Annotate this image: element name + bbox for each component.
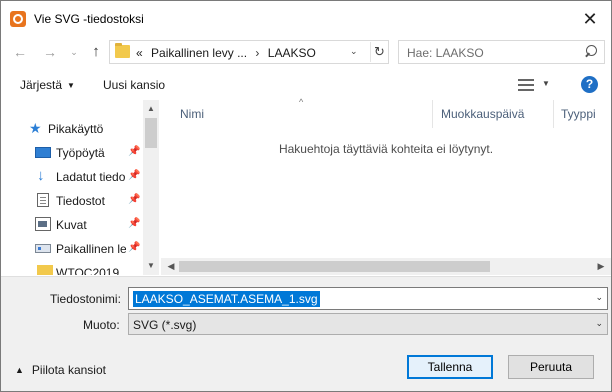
filename-input[interactable]: LAAKSO_ASEMAT.ASEMA_1.svg ⌄: [128, 287, 608, 310]
search-placeholder: Hae: LAAKSO: [407, 46, 484, 60]
file-list-horizontal-scrollbar[interactable]: ◀ ▶: [161, 258, 611, 275]
nav-item-wtoc2019[interactable]: WTOC2019: [1, 261, 141, 275]
breadcrumb-separator-icon[interactable]: ›: [250, 46, 264, 60]
navigation-pane-scrollbar[interactable]: ▲ ▼: [143, 100, 159, 275]
pin-icon[interactable]: 📌: [128, 194, 140, 205]
column-header-type[interactable]: Tyyppi: [555, 100, 611, 128]
sort-ascending-icon: ^: [299, 97, 304, 107]
nav-item-label: Paikallinen le: [56, 242, 126, 256]
scroll-left-icon[interactable]: ◀: [163, 258, 179, 275]
navigation-bar: ← → ⌄ ↑ « Paikallinen levy ... › LAAKSO …: [1, 37, 611, 67]
breadcrumb-item-laakso[interactable]: LAAKSO: [268, 46, 316, 60]
organize-caret-icon: ▼: [67, 81, 75, 90]
scroll-thumb[interactable]: [179, 261, 490, 272]
nav-item-pictures[interactable]: Kuvat 📌: [1, 213, 141, 237]
scroll-up-icon[interactable]: ▲: [143, 102, 159, 116]
file-type-value: SVG (*.svg): [133, 318, 197, 332]
star-icon: ★: [29, 120, 42, 136]
column-header-label: Muokkauspäivä: [441, 107, 525, 121]
title-bar: Vie SVG -tiedostoksi ✕: [1, 1, 611, 37]
new-folder-button[interactable]: Uusi kansio: [103, 78, 165, 92]
up-arrow-icon[interactable]: ↑: [85, 41, 107, 63]
pin-icon[interactable]: 📌: [128, 170, 140, 181]
organize-button[interactable]: Järjestä ▼: [20, 78, 75, 92]
file-type-select[interactable]: SVG (*.svg) ⌄: [128, 313, 608, 335]
file-type-dropdown-chevron-icon[interactable]: ⌄: [595, 318, 603, 329]
pin-icon[interactable]: 📌: [128, 218, 140, 229]
breadcrumb: « Paikallinen levy ... › LAAKSO: [136, 46, 316, 60]
nav-item-quick-access[interactable]: ★ Pikakäyttö: [1, 117, 141, 141]
view-options-icon[interactable]: [518, 79, 534, 91]
scroll-down-icon[interactable]: ▼: [143, 259, 159, 273]
breadcrumb-item-local-disk[interactable]: Paikallinen levy ...: [146, 46, 247, 60]
forward-arrow-icon[interactable]: →: [39, 41, 61, 63]
nav-item-label: Pikakäyttö: [48, 122, 104, 136]
nav-item-downloads[interactable]: ↓ Ladatut tiedo 📌: [1, 165, 141, 189]
nav-item-label: Työpöytä: [56, 146, 105, 160]
cancel-button[interactable]: Peruuta: [508, 355, 594, 379]
empty-list-message: Hakuehtoja täyttäviä kohteita ei löytyny…: [278, 142, 494, 156]
help-icon[interactable]: ?: [581, 76, 598, 93]
save-button[interactable]: Tallenna: [407, 355, 493, 379]
save-form: Tiedostonimi: LAAKSO_ASEMAT.ASEMA_1.svg …: [1, 276, 611, 391]
filename-value[interactable]: LAAKSO_ASEMAT.ASEMA_1.svg: [133, 291, 320, 307]
nav-item-label: WTOC2019: [56, 266, 120, 275]
nav-item-documents[interactable]: Tiedostot 📌: [1, 189, 141, 213]
filename-dropdown-chevron-icon[interactable]: ⌄: [595, 292, 603, 303]
local-disk-icon: [35, 244, 51, 253]
scroll-thumb[interactable]: [145, 118, 157, 148]
organize-label: Järjestä: [20, 78, 63, 92]
file-list: ^ Nimi Muokkauspäivä Tyyppi Hakuehtoja t…: [161, 97, 611, 275]
folder-icon: [37, 265, 53, 275]
nav-item-label: Kuvat: [56, 218, 87, 232]
close-icon[interactable]: ✕: [575, 5, 605, 33]
scroll-right-icon[interactable]: ▶: [593, 258, 609, 275]
pin-icon[interactable]: 📌: [128, 242, 140, 253]
breadcrumb-overflow[interactable]: «: [136, 46, 143, 60]
column-header-name[interactable]: ^ Nimi: [161, 97, 433, 128]
column-header-label: Nimi: [180, 107, 204, 121]
app-icon: [10, 11, 26, 27]
download-icon: ↓: [37, 167, 45, 184]
nav-item-label: Ladatut tiedo: [56, 170, 126, 184]
save-dialog: Vie SVG -tiedostoksi ✕ ← → ⌄ ↑ « Paikall…: [0, 0, 612, 392]
file-type-label: Muoto:: [83, 318, 120, 332]
nav-item-local-disk[interactable]: Paikallinen le 📌: [1, 237, 141, 261]
pin-icon[interactable]: 📌: [128, 146, 140, 157]
hide-folders-button[interactable]: ▲ Piilota kansiot: [15, 363, 106, 377]
view-dropdown-caret-icon[interactable]: ▼: [542, 79, 550, 88]
column-header-label: Tyyppi: [561, 107, 596, 121]
refresh-icon[interactable]: ↻: [370, 42, 388, 62]
recent-locations-chevron-icon[interactable]: ⌄: [67, 41, 81, 63]
chevron-up-icon: ▲: [15, 365, 24, 375]
column-header-date-modified[interactable]: Muokkauspäivä: [434, 100, 554, 128]
search-icon[interactable]: [584, 45, 597, 59]
navigation-pane: ★ Pikakäyttö Työpöytä 📌 ↓ Ladatut tiedo …: [1, 100, 159, 275]
search-input[interactable]: Hae: LAAKSO: [398, 40, 605, 64]
address-bar[interactable]: « Paikallinen levy ... › LAAKSO ⌄ ↻: [109, 40, 389, 64]
folder-icon: [115, 43, 130, 58]
desktop-icon: [35, 147, 51, 158]
window-title: Vie SVG -tiedostoksi: [34, 12, 144, 26]
pictures-icon: [35, 217, 51, 231]
back-arrow-icon[interactable]: ←: [9, 41, 31, 63]
toolbar: Järjestä ▼ Uusi kansio ▼ ?: [1, 71, 611, 99]
hide-folders-label: Piilota kansiot: [31, 363, 106, 377]
nav-item-label: Tiedostot: [56, 194, 105, 208]
documents-icon: [37, 193, 49, 207]
nav-item-desktop[interactable]: Työpöytä 📌: [1, 141, 141, 165]
address-dropdown-chevron-icon[interactable]: ⌄: [350, 46, 358, 57]
filename-label: Tiedostonimi:: [50, 292, 121, 306]
